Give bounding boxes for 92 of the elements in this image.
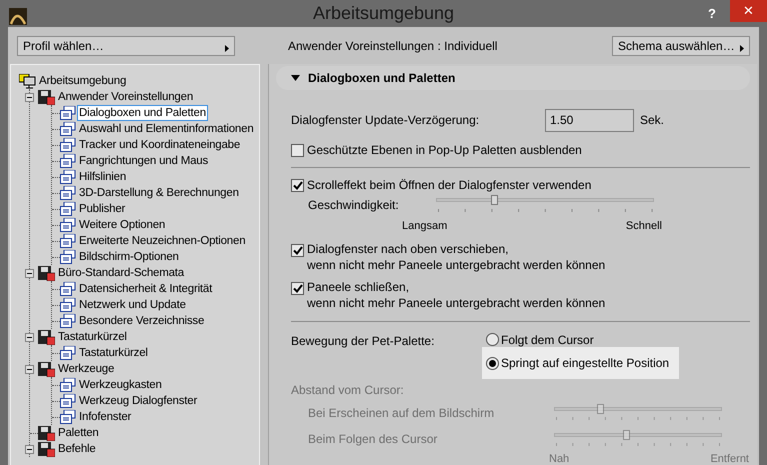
floppy-disk-icon bbox=[38, 362, 55, 376]
window-icon bbox=[60, 154, 76, 168]
window-icon bbox=[60, 218, 76, 232]
window-icon bbox=[60, 346, 76, 360]
app-logo-icon bbox=[9, 8, 27, 25]
window-icon bbox=[60, 410, 76, 424]
window-icon bbox=[60, 202, 76, 216]
tree-item[interactable]: Netzwerk und Update bbox=[78, 298, 187, 312]
preset-status: Anwender Voreinstellungen : Individuell bbox=[288, 38, 498, 54]
scale-label: Schnell bbox=[626, 218, 662, 234]
checkbox[interactable] bbox=[291, 282, 304, 295]
radio-option[interactable]: Springt auf eingestellte Position bbox=[482, 347, 680, 379]
tree-item[interactable]: 3D-Darstellung & Berechnungen bbox=[78, 186, 240, 200]
tree-item[interactable]: Werkzeug Dialogfenster bbox=[78, 394, 198, 408]
window-icon bbox=[60, 314, 76, 328]
field-label: Dialogfenster Update-Verzögerung: bbox=[291, 112, 480, 129]
tree-item[interactable]: Bildschirm-Optionen bbox=[78, 250, 180, 264]
slider-label: Geschwindigkeit: bbox=[308, 197, 400, 214]
window-icon bbox=[60, 298, 76, 312]
window-icon bbox=[60, 106, 76, 120]
window-icon bbox=[60, 138, 76, 152]
delay-input[interactable]: 1.50 bbox=[545, 108, 634, 132]
profile-button[interactable]: Profil wählen… bbox=[17, 36, 235, 56]
checkbox[interactable] bbox=[291, 244, 304, 257]
tree-item[interactable]: Paletten bbox=[57, 426, 100, 440]
section-label: Abstand vom Cursor: bbox=[291, 382, 404, 399]
floppy-disk-icon bbox=[38, 426, 55, 440]
checkbox-label: wenn nicht mehr Paneele untergebracht werden können bbox=[307, 295, 606, 311]
tree-item[interactable]: Infofenster bbox=[78, 410, 132, 424]
monitor-icon bbox=[19, 74, 36, 88]
floppy-disk-icon bbox=[38, 266, 55, 280]
tree-item[interactable]: Befehle bbox=[57, 442, 97, 456]
tree-item[interactable]: Hilfslinien bbox=[78, 170, 128, 184]
caret-icon bbox=[225, 44, 229, 52]
checkbox-label: Paneele schließen, bbox=[307, 279, 410, 295]
tree-item[interactable]: Besondere Verzeichnisse bbox=[78, 314, 206, 328]
caret-icon bbox=[740, 44, 744, 52]
tree-item[interactable]: Tastaturkürzel bbox=[78, 346, 149, 360]
tree-item[interactable]: Büro-Standard-Schemata bbox=[57, 266, 186, 280]
checkbox-label: wenn nicht mehr Paneele untergebracht werden können bbox=[307, 257, 606, 273]
checkbox[interactable] bbox=[291, 144, 304, 156]
field-label: Bewegung der Pet-Palette: bbox=[291, 333, 436, 350]
floppy-disk-icon bbox=[38, 330, 55, 344]
unit-label: Sek. bbox=[640, 112, 664, 129]
slider-thumb[interactable] bbox=[490, 195, 498, 205]
section-header[interactable]: Dialogboxen und Paletten bbox=[276, 66, 750, 90]
window-icon bbox=[60, 122, 76, 136]
slider-track[interactable] bbox=[554, 407, 722, 411]
tree-item[interactable]: Fangrichtungen und Maus bbox=[78, 154, 210, 168]
tree-item[interactable]: Anwender Voreinstellungen bbox=[57, 90, 194, 104]
floppy-disk-icon bbox=[38, 90, 55, 104]
window-icon bbox=[60, 378, 76, 392]
window-title: Arbeitsumgebung bbox=[312, 2, 454, 25]
checkbox-label: Dialogfenster nach oben verschieben, bbox=[307, 241, 510, 257]
tree-item[interactable]: Tastaturkürzel bbox=[57, 330, 128, 344]
checkbox-label: Geschützte Ebenen in Pop-Up Paletten ausblenden bbox=[307, 142, 582, 159]
scale-label: Langsam bbox=[402, 218, 448, 234]
slider-label: Beim Folgen des Cursor bbox=[308, 431, 438, 448]
tree-item[interactable]: Tracker und Koordinateneingabe bbox=[78, 138, 242, 152]
tree-item[interactable]: Datensicherheit & Integrität bbox=[78, 282, 214, 296]
tree-item[interactable]: Werkzeugkasten bbox=[78, 378, 163, 392]
tree-item[interactable]: Arbeitsumgebung bbox=[38, 74, 128, 88]
slider-track[interactable] bbox=[436, 198, 654, 202]
slider-label: Bei Erscheinen auf dem Bildschirm bbox=[308, 405, 496, 422]
tree-item[interactable]: Werkzeuge bbox=[57, 362, 116, 376]
checkbox-label: Scrolleffekt beim Öffnen der Dialogfenster verwenden bbox=[307, 177, 592, 194]
collapse-icon[interactable] bbox=[25, 364, 34, 374]
collapse-triangle-icon bbox=[291, 75, 300, 81]
slider-track[interactable] bbox=[554, 433, 722, 437]
window-icon bbox=[60, 250, 76, 264]
collapse-icon[interactable] bbox=[25, 92, 34, 102]
close-button[interactable]: ✕ bbox=[730, 0, 767, 22]
collapse-icon[interactable] bbox=[25, 332, 34, 342]
window-icon bbox=[60, 234, 76, 248]
window-icon bbox=[60, 394, 76, 408]
radio-option[interactable]: Folgt dem Cursor bbox=[482, 330, 680, 349]
tree-item[interactable]: Weitere Optionen bbox=[78, 218, 166, 232]
floppy-disk-icon bbox=[38, 442, 55, 456]
collapse-icon[interactable] bbox=[25, 444, 34, 454]
scale-label: Nah bbox=[549, 452, 570, 465]
window-icon bbox=[60, 282, 76, 296]
tree-item[interactable]: Erweiterte Neuzeichnen-Optionen bbox=[78, 234, 246, 248]
tree-item[interactable]: Publisher bbox=[78, 202, 126, 216]
tree-item[interactable]: Dialogboxen und Paletten bbox=[78, 106, 207, 120]
help-button[interactable]: ? bbox=[708, 4, 716, 24]
window-icon bbox=[60, 170, 76, 184]
checkbox[interactable] bbox=[291, 178, 304, 192]
scale-label: Entfernt bbox=[710, 452, 749, 465]
window-icon bbox=[60, 186, 76, 200]
collapse-icon[interactable] bbox=[25, 268, 34, 278]
tree-item[interactable]: Auswahl und Elementinformationen bbox=[78, 122, 255, 136]
scheme-button[interactable]: Schema auswählen… bbox=[612, 36, 750, 56]
